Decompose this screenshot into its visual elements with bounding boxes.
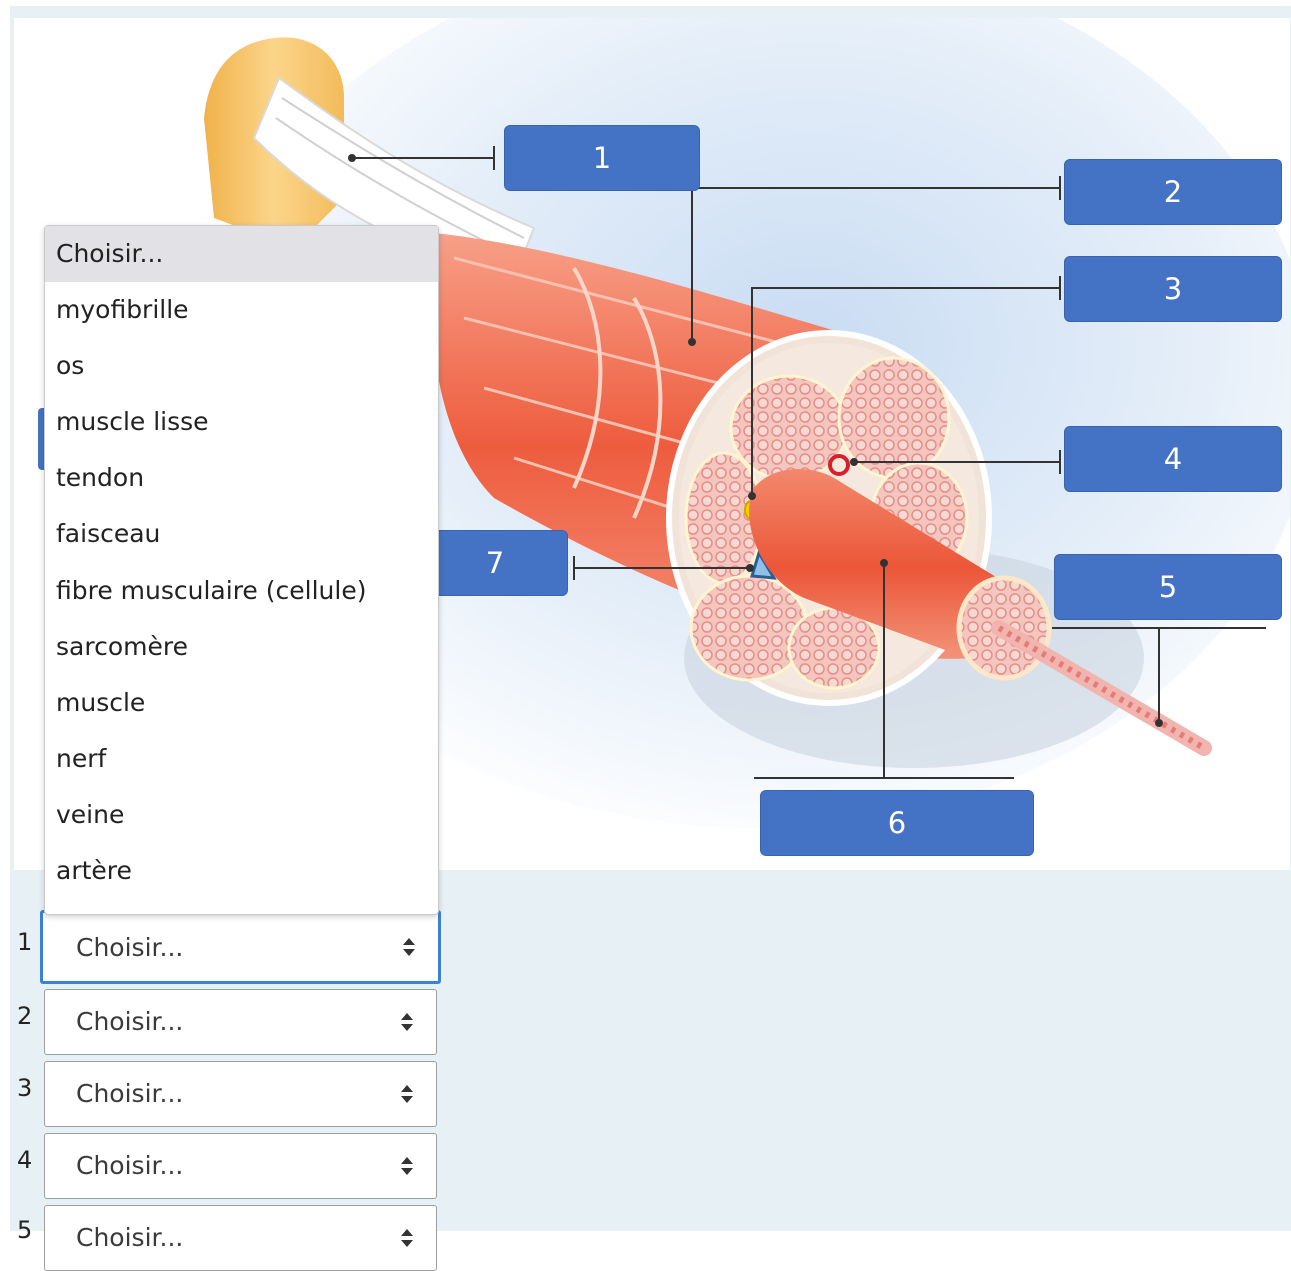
diagram-label-5: 5 bbox=[1054, 554, 1282, 620]
dropdown-option-muscle[interactable]: muscle bbox=[45, 675, 438, 731]
answer-number-2: 2 bbox=[17, 1002, 33, 1030]
answer-number-3: 3 bbox=[17, 1074, 33, 1102]
answer-select-5[interactable]: Choisir... bbox=[44, 1205, 437, 1271]
sort-arrows-icon bbox=[401, 1157, 413, 1175]
dropdown-option-nerf[interactable]: nerf bbox=[45, 731, 438, 787]
answer-select-4[interactable]: Choisir... bbox=[44, 1133, 437, 1199]
answer-select-2-value: Choisir... bbox=[76, 1007, 184, 1036]
diagram-label-6: 6 bbox=[760, 790, 1034, 856]
dropdown-option-sarcomere[interactable]: sarcomère bbox=[45, 619, 438, 675]
sort-arrows-icon bbox=[403, 938, 415, 956]
dropdown-option-muscle-lisse[interactable]: muscle lisse bbox=[45, 394, 438, 450]
diagram-label-2: 2 bbox=[1064, 159, 1282, 225]
diagram-label-4: 4 bbox=[1064, 426, 1282, 492]
diagram-label-1: 1 bbox=[504, 125, 700, 191]
answer-select-2[interactable]: Choisir... bbox=[44, 989, 437, 1055]
dropdown-option-choisir[interactable]: Choisir... bbox=[45, 226, 438, 283]
answer-number-5: 5 bbox=[17, 1216, 33, 1244]
dropdown-option-tendon[interactable]: tendon bbox=[45, 450, 438, 506]
answer-select-3[interactable]: Choisir... bbox=[44, 1061, 437, 1127]
sort-arrows-icon bbox=[401, 1085, 413, 1103]
sort-arrows-icon bbox=[401, 1229, 413, 1247]
answer-select-5-value: Choisir... bbox=[76, 1223, 184, 1252]
dropdown-option-fibre-musculaire[interactable]: fibre musculaire (cellule) bbox=[45, 563, 438, 619]
answer-select-4-value: Choisir... bbox=[76, 1151, 184, 1180]
diagram-label-3: 3 bbox=[1064, 256, 1282, 322]
answer-number-1: 1 bbox=[17, 928, 33, 956]
dropdown-option-artere[interactable]: artère bbox=[45, 843, 438, 899]
sort-arrows-icon bbox=[401, 1013, 413, 1031]
dropdown-options-list[interactable]: Choisir... myofibrille os muscle lisse t… bbox=[44, 225, 439, 915]
answer-number-4: 4 bbox=[17, 1146, 33, 1174]
dropdown-option-os[interactable]: os bbox=[45, 338, 438, 394]
dropdown-option-myofibrille[interactable]: myofibrille bbox=[45, 282, 438, 338]
answer-select-3-value: Choisir... bbox=[76, 1079, 184, 1108]
dropdown-option-veine[interactable]: veine bbox=[45, 787, 438, 843]
answer-select-1[interactable]: Choisir... bbox=[40, 910, 441, 984]
diagram-label-7: 7 bbox=[422, 530, 568, 596]
dropdown-option-faisceau[interactable]: faisceau bbox=[45, 506, 438, 562]
answer-select-1-value: Choisir... bbox=[76, 933, 184, 962]
